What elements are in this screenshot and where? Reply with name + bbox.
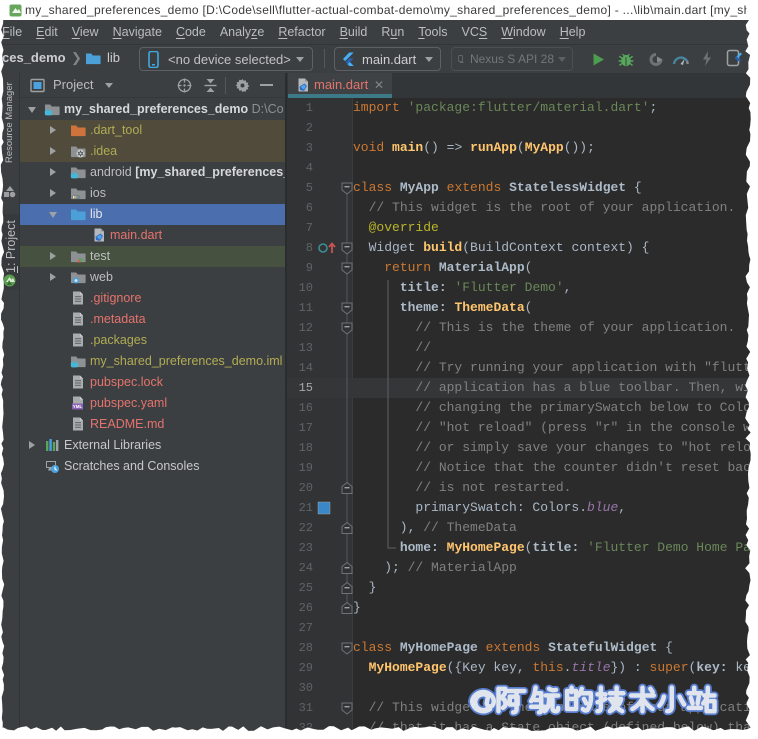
svg-text:YML: YML	[73, 404, 83, 409]
